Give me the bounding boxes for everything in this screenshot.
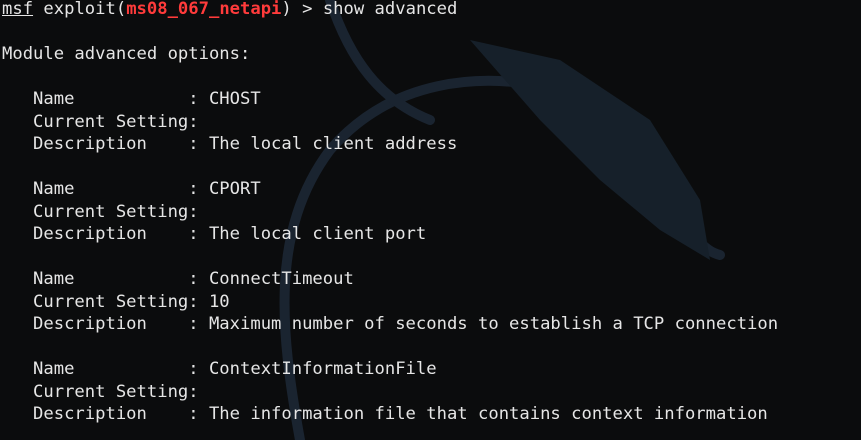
prompt-exploit-close: ) > xyxy=(281,0,323,19)
section-heading: Module advanced options: xyxy=(2,44,251,64)
prompt-exploit-open: exploit( xyxy=(33,0,127,19)
prompt-line: msf exploit(ms08_067_netapi) > show adva… xyxy=(2,0,861,21)
option-setting-line: Current Setting: 10 xyxy=(2,291,230,312)
option-name-line: Name : CHOST xyxy=(2,89,261,109)
prompt-command: show advanced xyxy=(322,0,458,19)
option-description-line: Description : The local client port xyxy=(2,224,427,244)
option-name-line: Name : ConnectTimeout xyxy=(2,269,354,289)
msf-prompt-label: msf xyxy=(2,0,34,19)
option-description-line: Description : Maximum number of seconds … xyxy=(2,314,779,334)
option-name-line: Name : CPORT xyxy=(2,179,261,199)
option-description-line: Description : The local client address xyxy=(2,134,458,154)
terminal-output: msf exploit(ms08_067_netapi) > show adva… xyxy=(2,0,861,426)
option-description-line: Description : The information file that … xyxy=(2,404,768,424)
option-setting-line: Current Setting: xyxy=(2,201,199,222)
option-setting-line: Current Setting: xyxy=(2,381,199,402)
prompt-module-name: ms08_067_netapi xyxy=(126,0,282,19)
option-name-line: Name : ContextInformationFile xyxy=(2,359,437,379)
option-setting-line: Current Setting: xyxy=(2,111,199,132)
terminal-window[interactable]: msf exploit(ms08_067_netapi) > show adva… xyxy=(0,0,861,440)
